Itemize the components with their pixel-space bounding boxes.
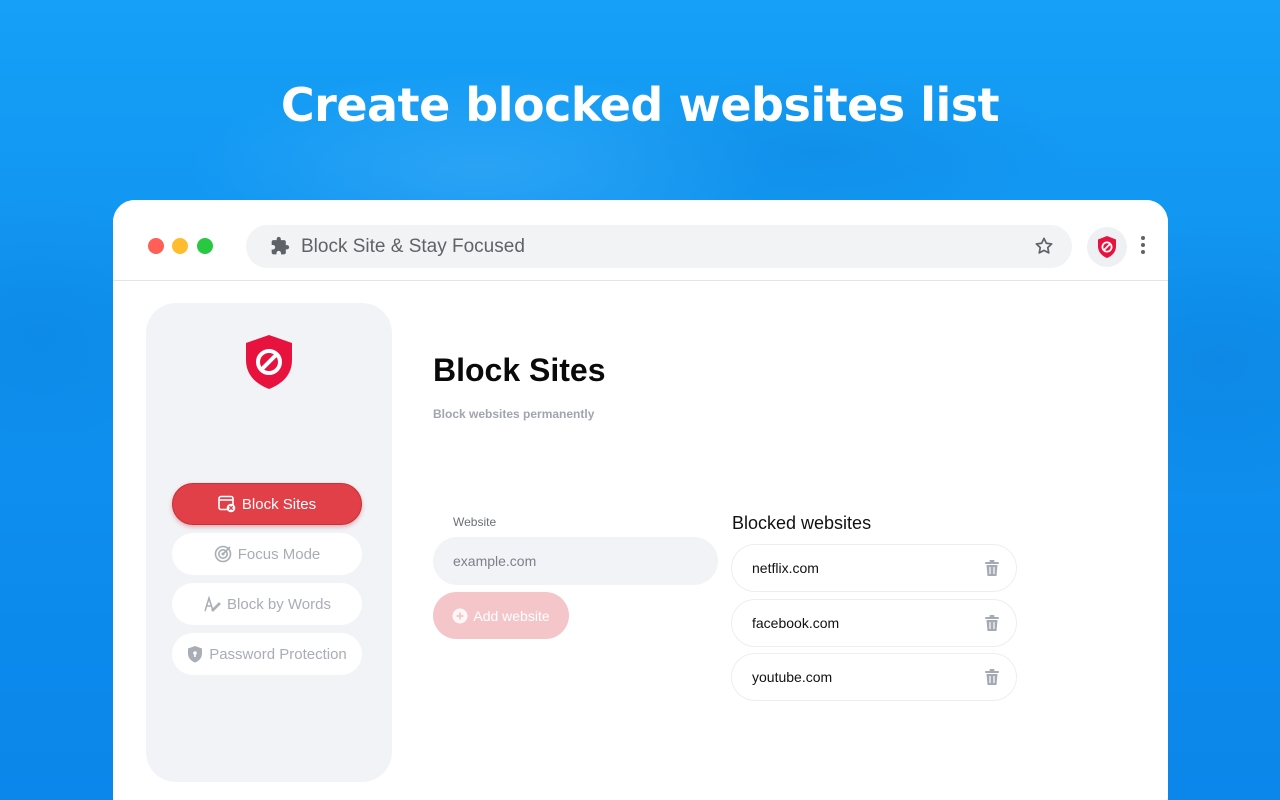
- browser-window: Block Site & Stay Focused Block Sites Fo…: [113, 200, 1168, 800]
- pen-icon: [204, 595, 221, 612]
- plus-circle-icon: [452, 608, 468, 623]
- browser-toolbar: Block Site & Stay Focused: [113, 200, 1168, 281]
- address-bar[interactable]: Block Site & Stay Focused: [246, 225, 1072, 268]
- close-window-button[interactable]: [148, 238, 164, 254]
- blocked-site-name: facebook.com: [752, 615, 840, 631]
- trash-icon[interactable]: [982, 667, 1002, 687]
- target-icon: [214, 545, 232, 563]
- sidebar-item-label: Block Sites: [241, 495, 317, 513]
- maximize-window-button[interactable]: [197, 238, 213, 254]
- blocked-list-item: netflix.com: [731, 544, 1017, 592]
- blocked-site-name: youtube.com: [752, 669, 833, 685]
- page-subtitle: Block websites permanently: [433, 407, 595, 421]
- sidebar-item-block-sites[interactable]: Block Sites: [172, 483, 362, 525]
- website-input[interactable]: [433, 537, 718, 585]
- blocksite-logo-icon: [246, 335, 292, 389]
- blocksite-shield-icon: [1098, 236, 1116, 258]
- blocked-site-name: netflix.com: [752, 560, 819, 576]
- website-field-label: Website: [453, 515, 497, 529]
- sidebar-item-focus-mode[interactable]: Focus Mode: [172, 533, 362, 575]
- page-title: Block Sites: [433, 352, 606, 388]
- star-icon[interactable]: [1034, 236, 1054, 256]
- puzzle-icon[interactable]: [270, 236, 290, 256]
- sidebar-item-block-by-words[interactable]: Block by Words: [172, 583, 362, 625]
- blocked-list-item: facebook.com: [731, 599, 1017, 647]
- kebab-menu-icon[interactable]: [1140, 236, 1146, 256]
- blocksite-extension-button[interactable]: [1087, 227, 1127, 267]
- block-sites-icon: [218, 495, 236, 513]
- sidebar-item-password-protection[interactable]: Password Protection: [172, 633, 362, 675]
- add-website-button[interactable]: Add website: [433, 592, 569, 639]
- sidebar-item-label: Focus Mode: [237, 545, 321, 563]
- minimize-window-button[interactable]: [172, 238, 188, 254]
- sidebar-item-label: Block by Words: [227, 595, 331, 613]
- sidebar: Block Sites Focus Mode Block by Words Pa…: [146, 303, 392, 782]
- sidebar-item-label: Password Protection: [209, 645, 347, 663]
- add-website-label: Add website: [473, 607, 550, 624]
- blocked-list-title: Blocked websites: [732, 513, 872, 533]
- lock-shield-icon: [188, 646, 203, 663]
- headline: Create blocked websites list: [280, 78, 1000, 132]
- trash-icon[interactable]: [982, 558, 1002, 578]
- blocked-list-item: youtube.com: [731, 653, 1017, 701]
- address-text: Block Site & Stay Focused: [301, 236, 525, 257]
- trash-icon[interactable]: [982, 613, 1002, 633]
